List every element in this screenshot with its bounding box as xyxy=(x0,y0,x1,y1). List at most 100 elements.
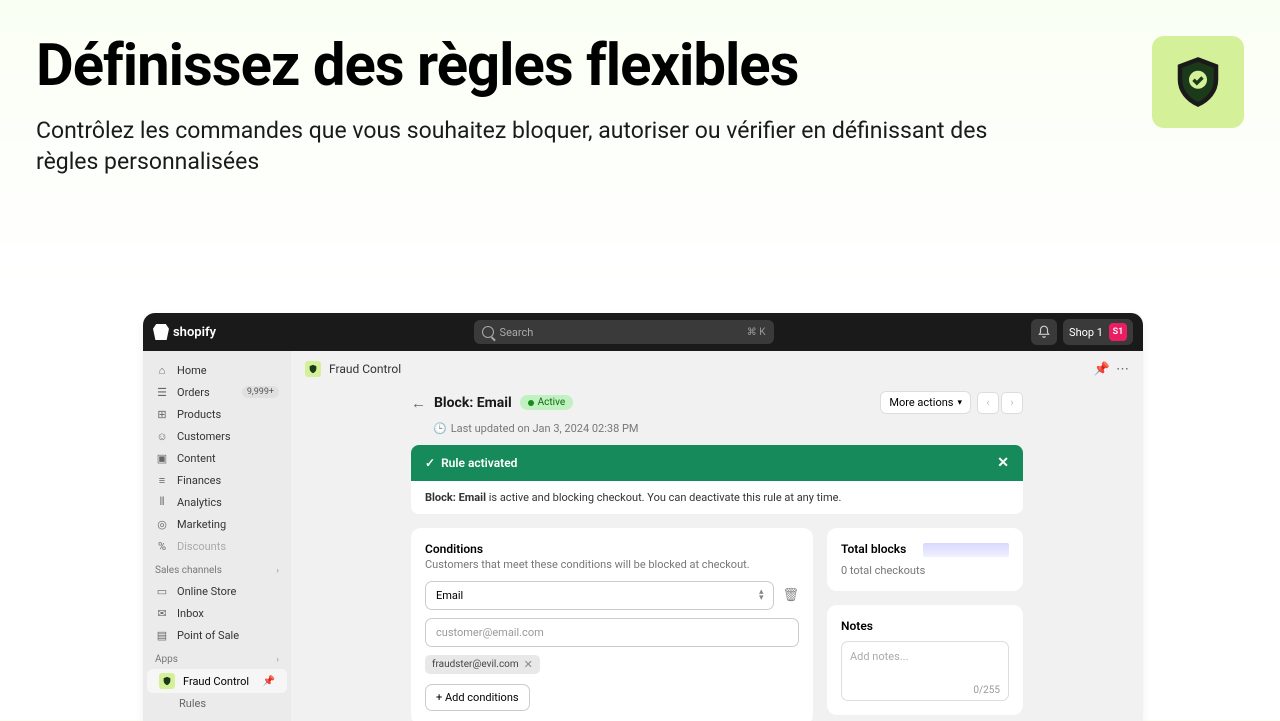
condition-field-select[interactable]: Email ▴▾ xyxy=(425,581,774,610)
app-window: shopify Search ⌘ K Shop 1 S1 ⌂ Home ☰ Order… xyxy=(143,313,1143,721)
nav-icon: ☺ xyxy=(155,429,169,443)
channels-section[interactable]: Sales channels › xyxy=(143,557,291,580)
conditions-title: Conditions xyxy=(425,542,799,556)
sidebar-channel-inbox[interactable]: ✉ Inbox xyxy=(143,602,291,624)
add-conditions-button[interactable]: + Add conditions xyxy=(425,684,530,711)
pin-icon[interactable]: 📌 xyxy=(1094,362,1110,377)
hero-title: Définissez des règles flexibles xyxy=(36,36,996,97)
page-title: Block: Email xyxy=(434,395,512,411)
select-value: Email xyxy=(436,589,463,602)
nav-icon: ☰ xyxy=(155,385,169,399)
main-content: Fraud Control 📌 ⋯ ← Block: Email Active … xyxy=(291,351,1143,721)
sidebar-item-content[interactable]: ▣ Content xyxy=(143,447,291,469)
nav-label: Content xyxy=(177,452,216,465)
nav-label: Inbox xyxy=(177,607,204,620)
app-label: Fraud Control xyxy=(183,675,249,688)
nav-label: Orders xyxy=(177,386,210,399)
shield-icon xyxy=(305,361,321,377)
search-input[interactable]: Search ⌘ K xyxy=(474,320,774,344)
prev-button[interactable]: ‹ xyxy=(977,392,999,414)
shopify-glyph-icon xyxy=(153,324,169,340)
notes-textarea[interactable]: Add notes... 0/255 xyxy=(841,641,1009,701)
app-header: Fraud Control 📌 ⋯ xyxy=(291,351,1143,387)
sparkline-chart xyxy=(923,543,1009,557)
total-blocks-card: Total blocks 0 total checkouts xyxy=(827,528,1023,591)
search-icon xyxy=(482,326,494,338)
notes-title: Notes xyxy=(841,619,1009,633)
conditions-card: Conditions Customers that meet these con… xyxy=(411,528,813,721)
more-actions-button[interactable]: More actions ▾ xyxy=(880,391,971,414)
chevron-right-icon: › xyxy=(276,655,279,665)
sidebar-item-finances[interactable]: ≡ Finances xyxy=(143,469,291,491)
nav-label: Discounts xyxy=(177,540,226,553)
apps-label: Apps xyxy=(155,654,178,665)
nav-icon: % xyxy=(155,539,169,553)
timestamp: 🕒 Last updated on Jan 3, 2024 02:38 PM xyxy=(433,422,1023,435)
shop-label: Shop 1 xyxy=(1069,326,1103,339)
hero-badge-icon xyxy=(1152,36,1244,128)
nav-label: Finances xyxy=(177,474,221,487)
email-input[interactable]: customer@email.com xyxy=(425,618,799,647)
close-icon[interactable]: ✕ xyxy=(997,455,1009,471)
nav-icon: ▭ xyxy=(155,584,169,598)
chevron-right-icon: › xyxy=(276,566,279,576)
nav-label: Online Store xyxy=(177,585,236,598)
more-icon[interactable]: ⋯ xyxy=(1116,362,1129,377)
nav-icon: ✉ xyxy=(155,606,169,620)
sidebar-item-customers[interactable]: ☺Customers xyxy=(143,425,291,447)
char-counter: 0/255 xyxy=(973,685,1000,696)
shopify-logo[interactable]: shopify xyxy=(153,324,216,340)
channels-label: Sales channels xyxy=(155,565,222,576)
tag-label: fraudster@evil.com xyxy=(432,659,519,670)
notes-card: Notes Add notes... 0/255 xyxy=(827,605,1023,715)
status-badge: Active xyxy=(520,395,574,410)
delete-condition-button[interactable]: 🗑 xyxy=(782,588,799,603)
nav-icon: ≡ xyxy=(155,473,169,487)
pin-icon[interactable]: 📌 xyxy=(263,676,275,687)
nav-icon: ⌂ xyxy=(155,363,169,377)
sidebar-channel-online-store[interactable]: ▭ Online Store xyxy=(143,580,291,602)
shop-switcher[interactable]: Shop 1 S1 xyxy=(1063,319,1133,345)
remove-tag-button[interactable]: ✕ xyxy=(524,658,533,671)
badge-count: 9,999+ xyxy=(242,386,279,398)
sidebar-item-orders[interactable]: ☰ Orders 9,999+ xyxy=(143,381,291,403)
nav-label: Marketing xyxy=(177,518,226,531)
nav-label: Home xyxy=(177,364,207,377)
nav-icon: ◎ xyxy=(155,517,169,531)
chevron-down-icon: ▾ xyxy=(957,398,962,408)
more-actions-label: More actions xyxy=(889,396,953,409)
sidebar-app-fraud-control[interactable]: Fraud Control 📌 xyxy=(147,669,287,693)
nav-icon: ⫴ xyxy=(155,495,169,509)
back-button[interactable]: ← xyxy=(411,394,426,412)
sidebar-app-rules[interactable]: Rules xyxy=(143,693,291,714)
total-blocks-value: 0 total checkouts xyxy=(841,564,1009,577)
clock-icon: 🕒 xyxy=(433,422,447,435)
sidebar-item-products[interactable]: ⊞Products xyxy=(143,403,291,425)
avatar: S1 xyxy=(1109,323,1127,341)
success-banner: ✓ Rule activated ✕ xyxy=(411,445,1023,481)
shield-icon xyxy=(159,673,175,689)
sidebar: ⌂ Home ☰ Orders 9,999+ ⊞Products☺Customers ▣ Co… xyxy=(143,351,291,721)
nav-label: Point of Sale xyxy=(177,629,239,642)
sidebar-item-home[interactable]: ⌂ Home xyxy=(143,359,291,381)
topbar: shopify Search ⌘ K Shop 1 S1 xyxy=(143,313,1143,351)
nav-icon: ▤ xyxy=(155,628,169,642)
brand-text: shopify xyxy=(173,325,216,340)
email-tag: fraudster@evil.com ✕ xyxy=(425,655,540,674)
select-arrows-icon: ▴▾ xyxy=(759,590,764,601)
notifications-button[interactable] xyxy=(1031,319,1057,345)
sidebar-channel-point-of-sale[interactable]: ▤ Point of Sale xyxy=(143,624,291,646)
sidebar-item-marketing[interactable]: ◎ Marketing xyxy=(143,513,291,535)
check-icon: ✓ xyxy=(425,456,435,470)
nav-label: Products xyxy=(177,408,221,421)
apps-section[interactable]: Apps › xyxy=(143,646,291,669)
sidebar-item-analytics[interactable]: ⫴ Analytics xyxy=(143,491,291,513)
hero-subtitle: Contrôlez les commandes que vous souhait… xyxy=(36,115,996,177)
search-placeholder: Search xyxy=(500,326,534,339)
next-button[interactable]: › xyxy=(1001,392,1023,414)
banner-title: Rule activated xyxy=(441,456,517,470)
sidebar-item-discounts[interactable]: % Discounts xyxy=(143,535,291,557)
nav-label: Analytics xyxy=(177,496,222,509)
search-kbd: ⌘ K xyxy=(747,327,766,338)
nav-icon: ▣ xyxy=(155,451,169,465)
